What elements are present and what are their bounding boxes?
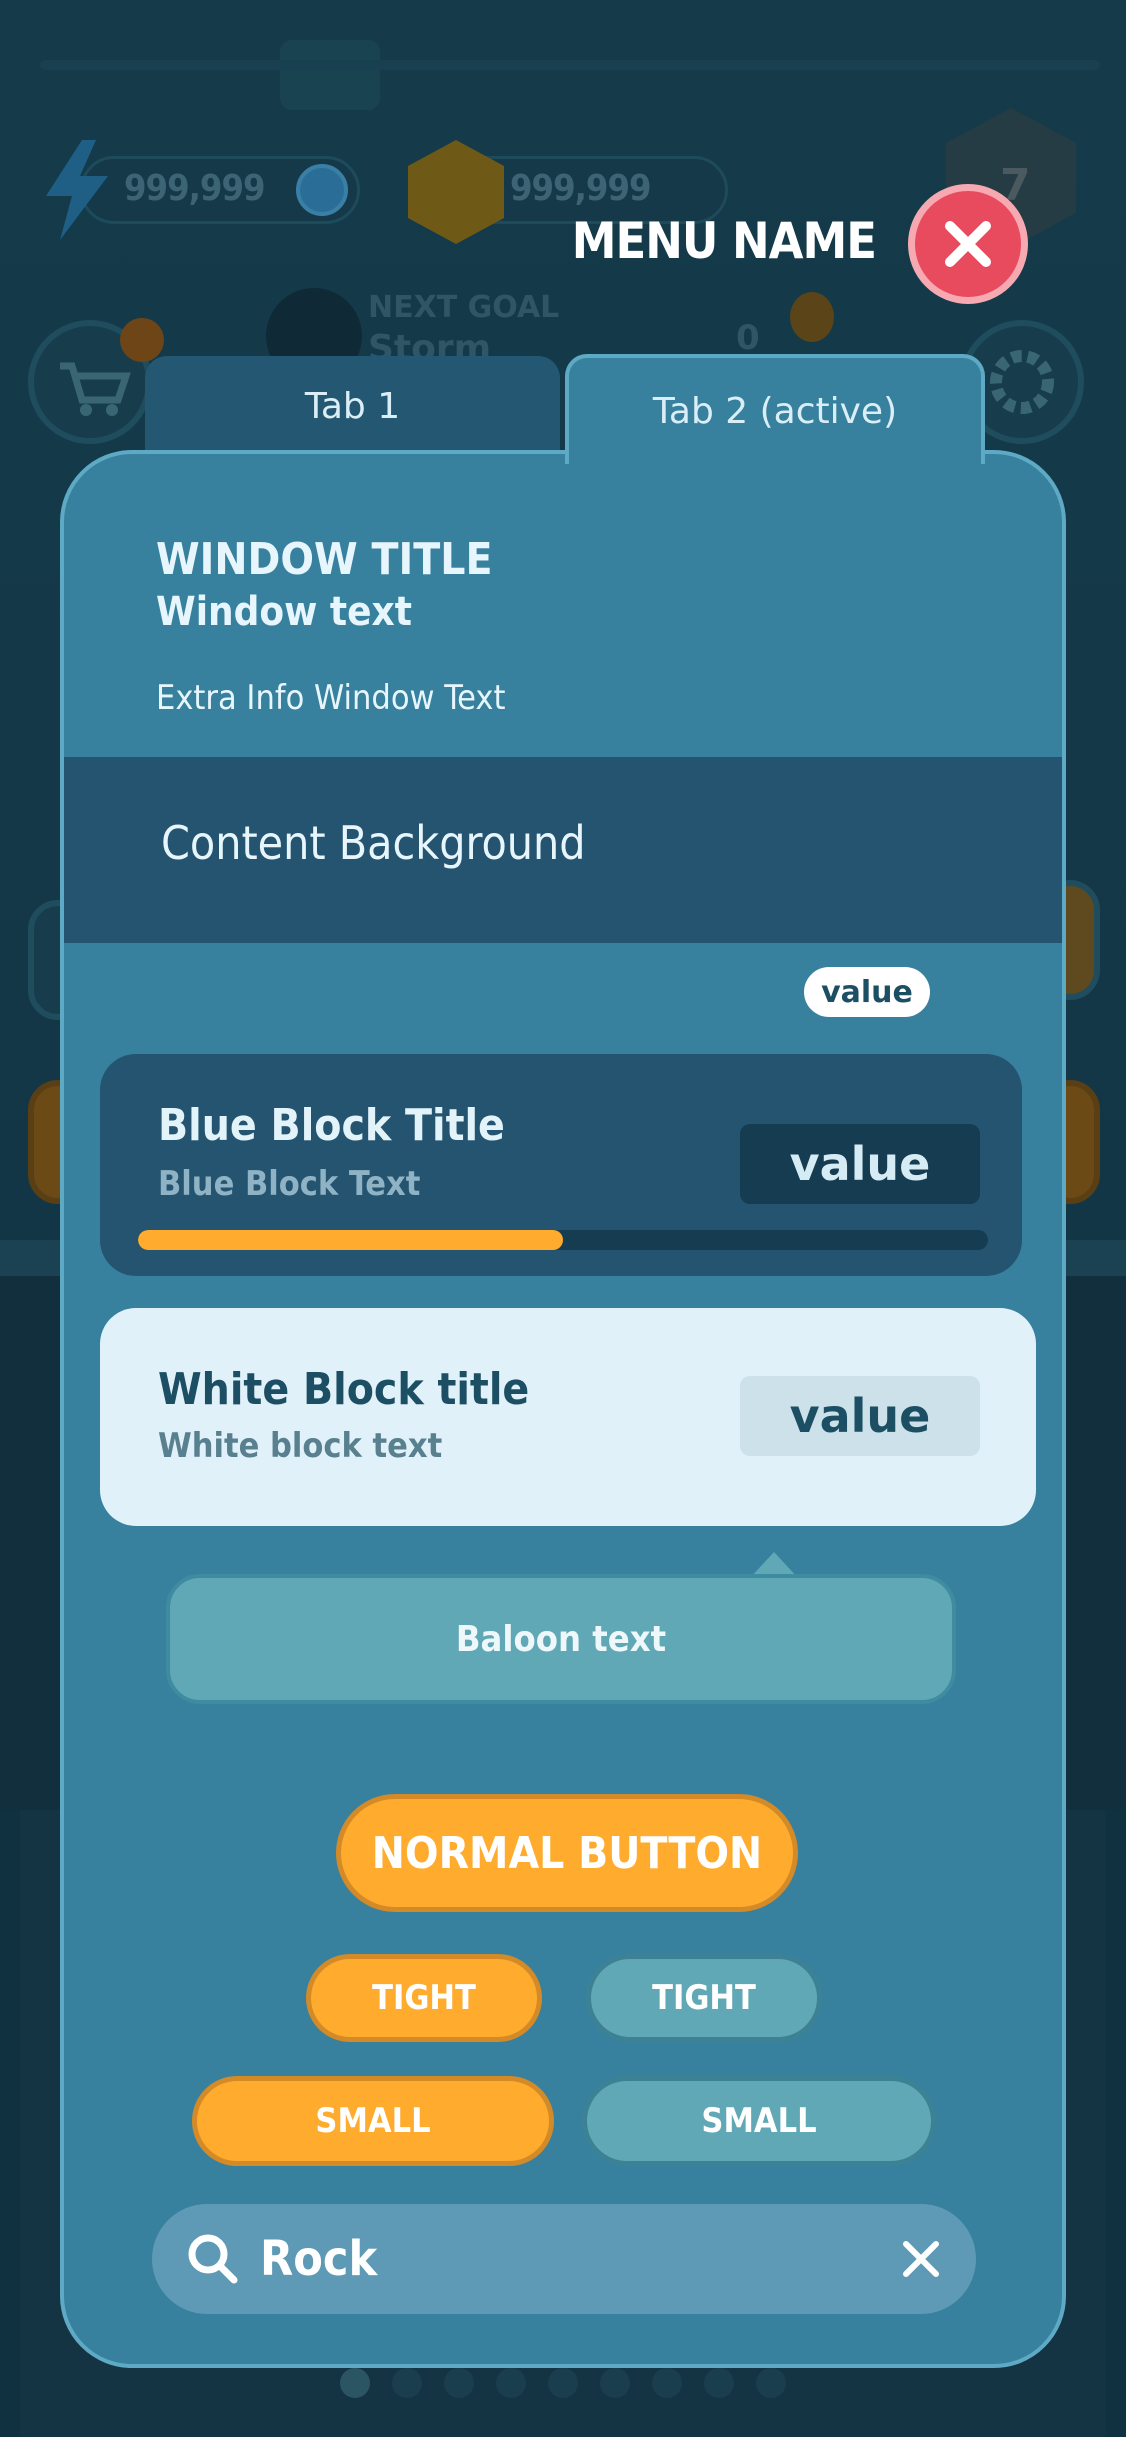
white-block-value: value	[740, 1376, 980, 1456]
pagination-dot	[496, 2368, 526, 2398]
lightning-icon	[42, 140, 112, 244]
tab-1[interactable]: Tab 1	[145, 356, 560, 456]
tab-2[interactable]: Tab 2 (active)	[565, 354, 985, 464]
pagination-dot	[756, 2368, 786, 2398]
window-title: WINDOW TITLE	[156, 534, 493, 585]
background-machine	[280, 40, 380, 110]
pagination-dot	[340, 2368, 370, 2398]
white-block-title: White Block title	[158, 1364, 530, 1415]
pagination-dot	[548, 2368, 578, 2398]
close-button[interactable]	[908, 184, 1028, 304]
progress-fill	[138, 1230, 563, 1250]
white-block: White Block title White block text value	[100, 1308, 1036, 1526]
timer-icon	[296, 164, 348, 216]
pagination-dot	[600, 2368, 630, 2398]
coins-value: 999,999	[510, 168, 652, 209]
normal-button[interactable]: NORMAL BUTTON	[336, 1794, 798, 1912]
small-button-teal[interactable]: SMALL	[582, 2076, 936, 2166]
blue-block: Blue Block Title Blue Block Text value	[100, 1054, 1022, 1276]
background-pipe	[40, 60, 1100, 70]
pagination-dot	[444, 2368, 474, 2398]
pagination-dot	[392, 2368, 422, 2398]
white-block-text: White block text	[158, 1426, 443, 1466]
bulb-icon	[790, 292, 834, 342]
search-field[interactable]: Rock	[152, 2204, 976, 2314]
blue-block-value: value	[740, 1124, 980, 1204]
energy-value: 999,999	[124, 168, 266, 209]
balloon: Baloon text	[166, 1574, 956, 1704]
bulb-count: 0	[736, 318, 760, 358]
menu-name: MENU NAME	[571, 212, 877, 270]
search-icon	[186, 2232, 240, 2286]
pagination-dot	[652, 2368, 682, 2398]
window-text: Window text	[156, 589, 412, 635]
close-icon	[945, 221, 991, 267]
menu-window: WINDOW TITLE Window text Extra Info Wind…	[60, 450, 1066, 2368]
content-background-label: Content Background	[161, 816, 586, 870]
pagination-dot	[704, 2368, 734, 2398]
blue-block-title: Blue Block Title	[158, 1100, 505, 1151]
tight-button-orange[interactable]: TIGHT	[306, 1954, 542, 2042]
clear-icon[interactable]	[900, 2238, 942, 2280]
window-extra-info: Extra Info Window Text	[156, 678, 506, 718]
value-chip: value	[804, 967, 930, 1017]
blue-block-text: Blue Block Text	[158, 1164, 421, 1204]
progress-bar	[138, 1230, 988, 1250]
tight-button-teal[interactable]: TIGHT	[586, 1954, 822, 2042]
small-button-orange[interactable]: SMALL	[192, 2076, 554, 2166]
search-input[interactable]: Rock	[260, 2231, 377, 2287]
pagination-dots	[340, 2368, 786, 2398]
alert-badge	[120, 318, 164, 362]
next-goal-label: NEXT GOAL	[368, 290, 560, 325]
